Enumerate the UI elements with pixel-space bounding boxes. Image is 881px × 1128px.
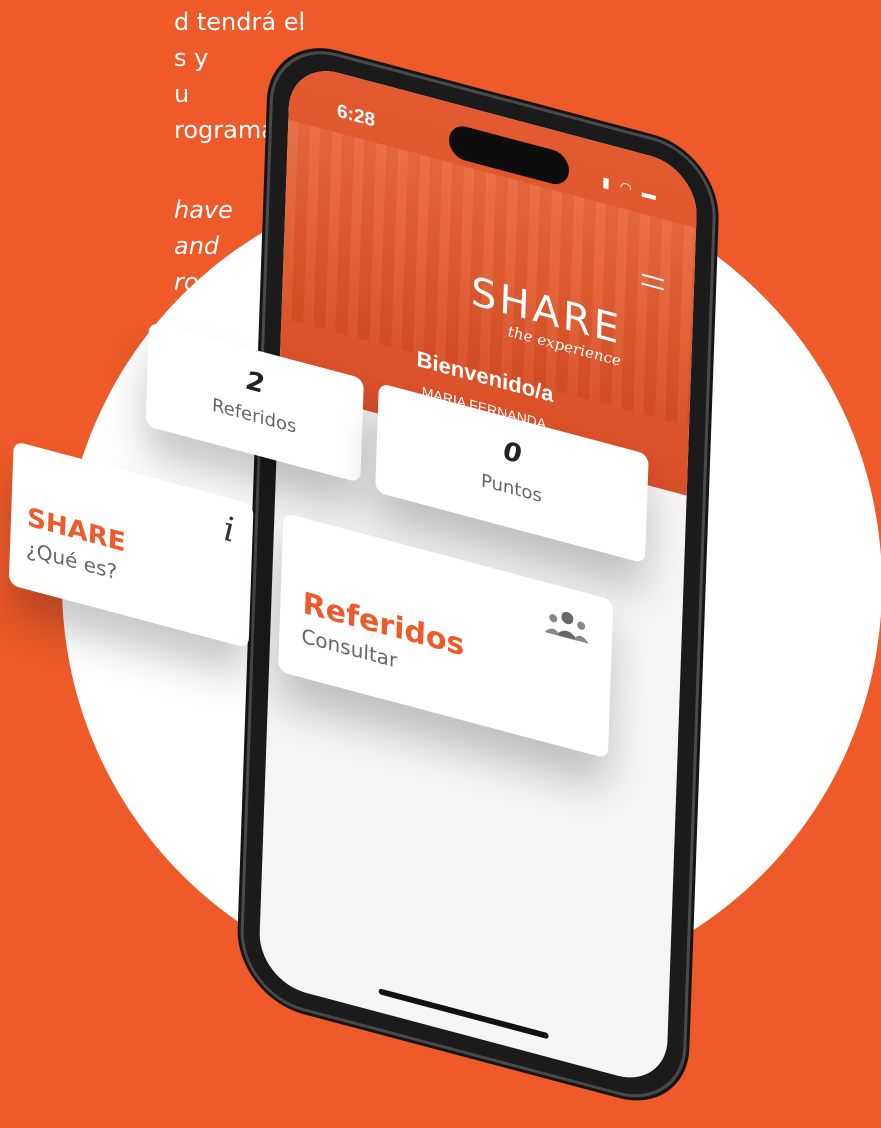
intro-line: u — [174, 80, 190, 108]
intro-line: rour — [174, 268, 224, 296]
home-indicator — [378, 988, 549, 1040]
intro-line: rograma. — [174, 116, 284, 144]
intro-line: d tendrá el — [174, 8, 306, 36]
intro-line: s y — [174, 44, 209, 72]
signal-icon: ▮ — [601, 173, 614, 192]
status-icons: ▮ ◠ ▬ — [602, 173, 659, 205]
battery-icon: ▬ — [641, 183, 660, 204]
info-icon: i — [222, 508, 236, 552]
intro-line: have — [174, 196, 233, 224]
intro-line: and — [174, 232, 220, 260]
status-time: 6:28 — [336, 100, 376, 132]
intro-line: am. — [174, 304, 220, 332]
wifi-icon: ◠ — [619, 177, 636, 198]
phone-mockup: 6:28 ▮ ◠ ▬ SHARE the experience Bienveni… — [8, 40, 715, 1128]
people-group-icon — [544, 611, 589, 644]
